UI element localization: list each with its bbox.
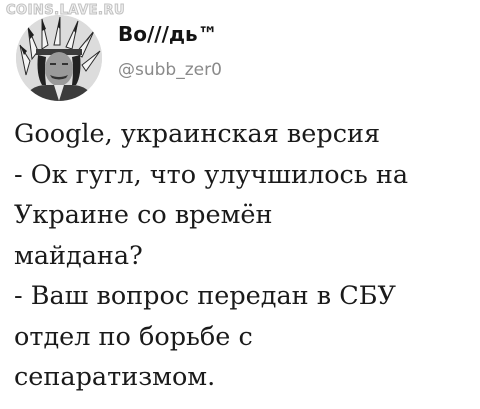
tweet-line: майдана? <box>14 240 143 271</box>
author-display-name[interactable]: Во///дь™ <box>118 22 218 46</box>
tweet-line: отдел по борьбе с <box>14 321 253 352</box>
tweet-line: - Ок гугл, что улучшилось на <box>14 159 409 190</box>
tweet-text: Google, украинская версия - Ок гугл, что… <box>14 114 474 398</box>
tweet-line: - Ваш вопрос передан в СБУ <box>14 281 396 311</box>
avatar[interactable] <box>16 15 102 101</box>
avatar-image <box>16 15 102 101</box>
tweet-line: сепаратизмом. <box>14 362 216 392</box>
tweet-line: Украине со времён <box>14 200 273 230</box>
author-handle[interactable]: @subb_zer0 <box>118 60 222 80</box>
tweet-line: Google, украинская версия <box>14 119 381 149</box>
